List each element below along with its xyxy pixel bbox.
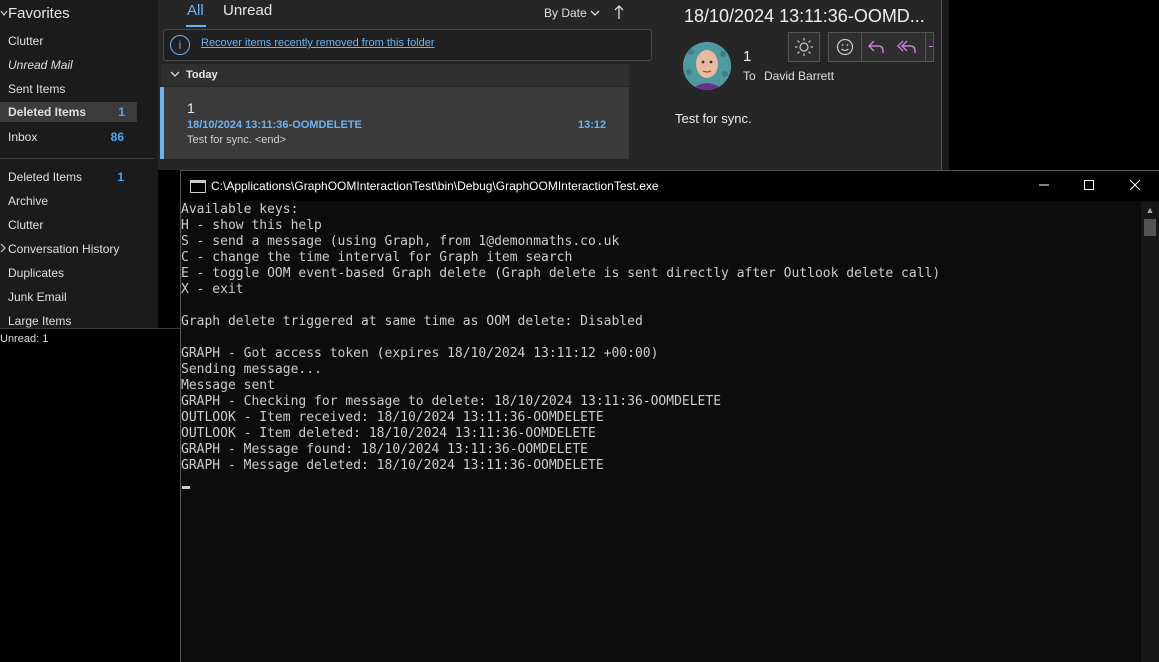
console-output[interactable]: Available keys: H - show this help S - s… [181,202,1141,474]
forward-icon[interactable] [929,46,933,47]
folder-label: Clutter [8,34,44,48]
folder-deleted-items[interactable]: Deleted Items 1 [8,167,136,187]
toolbar-divider [925,33,926,61]
folder-archive[interactable]: Archive [8,191,136,211]
sort-direction-icon[interactable] [613,4,625,25]
selection-indicator [160,87,164,159]
folder-junk-email[interactable]: Junk Email [8,287,136,307]
maximize-icon[interactable] [1078,175,1100,197]
favorite-inbox[interactable]: Inbox 86 [8,127,136,147]
status-unread: Unread: 1 [0,333,49,345]
folder-duplicates[interactable]: Duplicates [8,263,136,283]
console-line: H - show this help [181,218,322,233]
favorite-deleted-items[interactable]: Deleted Items 1 [0,102,137,122]
recipient-name[interactable]: David Barrett [764,69,834,83]
console-line: GRAPH - Message deleted: 18/10/2024 13:1… [181,458,604,473]
folder-label: Clutter [8,218,44,232]
chevron-down-icon [0,5,8,22]
close-icon[interactable] [1124,175,1146,197]
folder-label: Large Items [8,314,72,328]
minimize-icon[interactable] [1033,175,1055,197]
pane-edge [942,0,949,170]
console-line: C - change the time interval for Graph i… [181,250,573,265]
folder-clutter[interactable]: Clutter [8,215,136,235]
unread-count: 1 [118,105,125,119]
recover-info-bar: i Recover items recently removed from th… [163,29,652,61]
scroll-thumb[interactable] [1144,219,1156,236]
folder-divider [0,158,154,159]
favorite-unread-mail[interactable]: Unread Mail [8,55,136,75]
folder-label: Archive [8,194,49,208]
sun-icon [789,38,819,65]
tab-all[interactable]: All [187,2,204,19]
console-app-icon [190,180,206,193]
avatar [683,42,731,90]
tab-unread[interactable]: Unread [223,2,272,19]
sort-dropdown[interactable]: By Date [544,6,600,20]
scroll-up-icon[interactable]: ▲ [1141,202,1159,218]
favorites-label: Favorites [8,5,70,22]
to-label: To [743,69,756,83]
folder-conversation-history[interactable]: Conversation History [8,239,136,259]
group-label: Today [186,69,218,81]
folder-label: Inbox [8,130,38,144]
toolbar-divider [861,33,862,61]
recover-items-link[interactable]: Recover items recently removed from this… [201,37,435,49]
console-line: OUTLOOK - Item received: 18/10/2024 13:1… [181,410,604,425]
console-line: E - toggle OOM event-based Graph delete … [181,266,941,281]
reply-all-icon[interactable] [895,36,919,61]
message-sender: 1 [187,100,195,116]
folder-label: Unread Mail [8,58,73,72]
console-scrollbar[interactable]: ▲ [1141,202,1159,662]
console-line: Graph delete triggered at same time as O… [181,314,643,329]
sort-label: By Date [544,6,587,20]
console-cursor [182,486,190,489]
console-title: C:\Applications\GraphOOMInteractionTest\… [211,179,659,193]
console-window: C:\Applications\GraphOOMInteractionTest\… [180,170,1159,662]
console-line: GRAPH - Message found: 18/10/2024 13:11:… [181,442,588,457]
reading-subject: 18/10/2024 13:11:36-OOMD... [684,6,925,26]
group-header-today[interactable]: Today [161,64,629,86]
favorite-clutter[interactable]: Clutter [8,31,136,51]
unread-count: 86 [110,130,124,144]
chevron-right-icon[interactable] [0,243,6,256]
folder-label: Deleted Items [8,170,83,184]
folder-pane: Favorites Clutter Unread Mail Sent Items… [0,0,158,328]
message-subject: 18/10/2024 13:11:36-OOMDELETE [187,119,362,131]
console-line: S - send a message (using Graph, from 1@… [181,234,620,249]
message-preview: Test for sync. <end> [187,134,287,146]
sun-button[interactable] [788,32,820,62]
console-line: GRAPH - Got access token (expires 18/10/… [181,346,659,361]
favorites-header[interactable]: Favorites [0,5,70,22]
reply-icon[interactable] [865,36,887,61]
reading-from[interactable]: 1 [743,48,751,65]
smiley-icon[interactable] [834,36,856,61]
tab-active-indicator [186,25,206,27]
console-line: X - exit [181,282,244,297]
message-time: 13:12 [578,119,607,131]
message-item[interactable]: 1 18/10/2024 13:11:36-OOMDELETE 13:12 Te… [160,87,629,159]
console-line: OUTLOOK - Item deleted: 18/10/2024 13:11… [181,426,596,441]
folder-label: Duplicates [8,266,65,280]
favorite-sent-items[interactable]: Sent Items [8,79,136,99]
console-line: GRAPH - Checking for message to delete: … [181,394,722,409]
reading-body: Test for sync. [675,111,752,126]
status-bar: Unread: 1 [0,328,181,351]
console-line: Available keys: [181,202,299,217]
folder-label: Conversation History [8,242,120,256]
folder-label: Sent Items [8,82,66,96]
chevron-down-icon [590,6,600,20]
console-line: Message sent [181,378,275,393]
folder-label: Junk Email [8,290,67,304]
unread-count: 1 [117,170,124,184]
folder-label: Deleted Items [8,105,87,119]
message-toolbar [828,32,934,62]
chevron-down-icon [170,64,180,86]
console-titlebar[interactable]: C:\Applications\GraphOOMInteractionTest\… [181,171,1159,201]
console-line: Sending message... [181,362,322,377]
info-icon: i [170,35,190,55]
